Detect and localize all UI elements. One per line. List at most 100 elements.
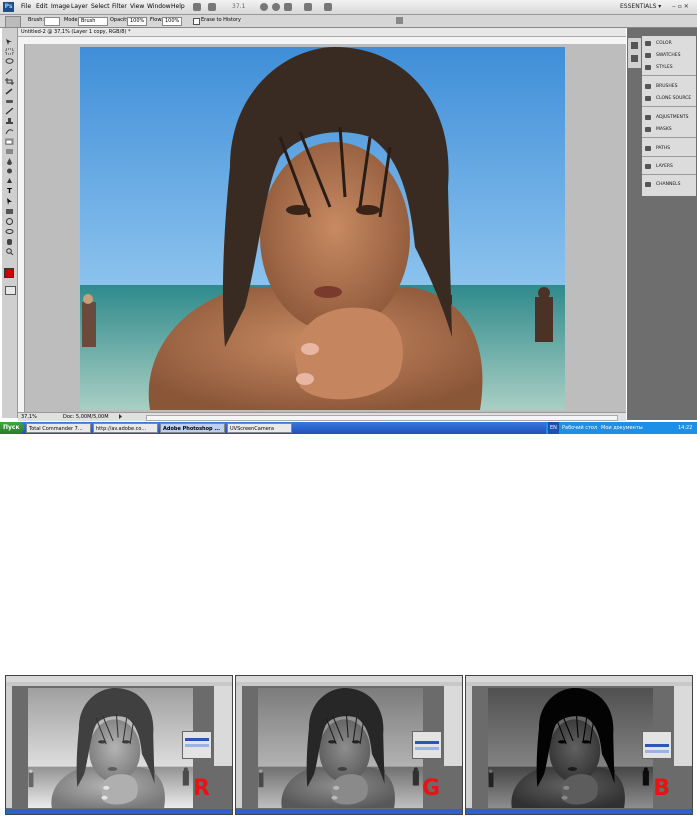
menu-edit[interactable]: Edit [36, 3, 48, 10]
clone-source-icon [645, 96, 651, 101]
panel-channels[interactable]: CHANNELS [642, 179, 696, 190]
quick-selection-tool-icon[interactable] [5, 68, 14, 75]
brush-label: Brush: [28, 17, 45, 23]
menu-window[interactable]: Window [147, 3, 171, 10]
history-brush-tool-icon[interactable] [5, 128, 14, 135]
workspace-switcher[interactable]: ESSENTIALS ▾ [620, 2, 668, 12]
3d-rotate-tool-icon[interactable] [5, 218, 14, 225]
menu-select[interactable]: Select [91, 3, 110, 10]
panel-color[interactable]: COLOR [642, 38, 696, 49]
panel-toggle-icon[interactable] [396, 17, 403, 24]
menu-view[interactable]: View [130, 3, 144, 10]
rotate-view-icon[interactable] [284, 3, 292, 11]
layers-icon [645, 164, 651, 169]
taskbar-item-browser[interactable]: http://av.adobe.co... [93, 423, 158, 433]
panel-clone-source[interactable]: CLONE SOURCE [642, 93, 696, 104]
erase-to-history-checkbox[interactable] [193, 18, 200, 25]
adjustments-icon [645, 115, 651, 120]
tray-documents-link[interactable]: Мои документы [601, 422, 643, 434]
path-selection-tool-icon[interactable] [5, 198, 14, 205]
panel-styles[interactable]: STYLES [642, 62, 696, 73]
channel-letter-b: B [653, 776, 670, 801]
marquee-tool-icon[interactable] [5, 48, 14, 55]
masks-icon [645, 127, 651, 132]
grayscale-photo [488, 688, 653, 808]
channel-screenshot-red: R [5, 675, 233, 815]
flow-label: Flow: [150, 17, 163, 23]
healing-brush-tool-icon[interactable] [5, 98, 14, 105]
gradient-tool-icon[interactable] [5, 148, 14, 155]
window-controls-icon[interactable]: ‒ ▫ ✕ [672, 3, 694, 11]
hand-icon[interactable] [260, 3, 268, 11]
flow-field[interactable]: 100% [162, 17, 182, 26]
language-indicator[interactable]: EN [548, 422, 559, 434]
arrange-documents-icon[interactable] [304, 3, 312, 11]
clock: 14:22 [678, 425, 693, 431]
menu-layer[interactable]: Layer [71, 3, 88, 10]
clone-stamp-tool-icon[interactable] [5, 118, 14, 125]
zoom-tool-icon[interactable] [5, 248, 14, 255]
panel-adjustments[interactable]: ADJUSTMENTS [642, 112, 696, 123]
zoom-icon[interactable] [272, 3, 280, 11]
status-zoom[interactable]: 37,1% [21, 413, 37, 421]
mode-select[interactable]: Brush [78, 17, 108, 26]
pen-tool-icon[interactable] [5, 178, 14, 185]
menu-image[interactable]: Image [51, 3, 70, 10]
taskbar-item-uvscreencamera[interactable]: UVScreenCamera [227, 423, 292, 433]
brushes-icon [645, 84, 651, 89]
grayscale-photo [258, 688, 423, 808]
channels-dialog [182, 731, 212, 759]
menu-filter[interactable]: Filter [112, 3, 127, 10]
channel-screenshot-green: G [235, 675, 463, 815]
view-extras-icon[interactable] [208, 3, 216, 11]
history-panel-icon[interactable] [631, 42, 638, 49]
brush-picker[interactable] [44, 17, 60, 26]
move-tool-icon[interactable] [5, 38, 14, 45]
zoom-level[interactable]: 37.1 [232, 3, 245, 10]
panel-brushes[interactable]: BRUSHES [642, 81, 696, 92]
panel-divider [642, 174, 696, 175]
panel-masks[interactable]: MASKS [642, 124, 696, 135]
foreground-color-swatch[interactable] [4, 268, 14, 278]
color-icon [645, 41, 651, 46]
actions-panel-icon[interactable] [631, 55, 638, 62]
dodge-tool-icon[interactable] [5, 168, 14, 175]
panel-icon-strip [628, 38, 641, 68]
photoshop-logo: Ps [3, 2, 14, 12]
options-bar: Brush: Mode: Brush Opacity: 100% Flow: 1… [0, 15, 697, 28]
crop-tool-icon[interactable] [5, 78, 14, 85]
taskbar-item-total-commander[interactable]: Total Commander 7... [26, 423, 91, 433]
menu-file[interactable]: File [21, 3, 31, 10]
horizontal-scrollbar[interactable] [146, 415, 618, 421]
screen-mode-icon[interactable] [324, 3, 332, 11]
status-bar: 37,1% Doc: 5,00M/5,00M [18, 412, 626, 421]
taskbar-item-photoshop[interactable]: Adobe Photoshop ... [160, 423, 225, 433]
panel-layers[interactable]: LAYERS [642, 161, 696, 172]
3d-orbit-tool-icon[interactable] [5, 228, 14, 235]
shape-tool-icon[interactable] [5, 208, 14, 215]
panel-divider [642, 75, 696, 76]
blur-tool-icon[interactable] [5, 158, 14, 165]
eyedropper-tool-icon[interactable] [5, 88, 14, 95]
hand-tool-icon[interactable] [5, 238, 14, 245]
vertical-ruler [18, 44, 25, 412]
quick-mask-icon[interactable] [5, 286, 16, 295]
lasso-tool-icon[interactable] [5, 58, 14, 65]
panel-swatches[interactable]: SWATCHES [642, 50, 696, 61]
menu-help[interactable]: Help [171, 3, 185, 10]
document-tab[interactable]: Untitled-2 @ 37,1% (Layer 1 copy, RGB/8)… [18, 28, 626, 37]
panel-paths[interactable]: PATHS [642, 143, 696, 154]
start-button[interactable]: Пуск [0, 422, 24, 434]
type-tool-icon[interactable]: T [5, 188, 14, 195]
windows-taskbar: Пуск Total Commander 7... http://av.adob… [0, 422, 697, 434]
brush-tool-icon[interactable] [5, 108, 14, 115]
opacity-field[interactable]: 100% [127, 17, 147, 26]
tray-desktop-link[interactable]: Рабочий стол [562, 422, 597, 434]
tools-panel: T [2, 28, 18, 418]
bridge-icon[interactable] [193, 3, 201, 11]
status-menu-arrow-icon[interactable] [118, 414, 123, 419]
document-canvas-photo[interactable] [80, 47, 565, 410]
eraser-tool-icon[interactable] [5, 138, 14, 145]
tool-preset-picker[interactable] [5, 16, 21, 28]
channel-letter-g: G [421, 776, 440, 801]
